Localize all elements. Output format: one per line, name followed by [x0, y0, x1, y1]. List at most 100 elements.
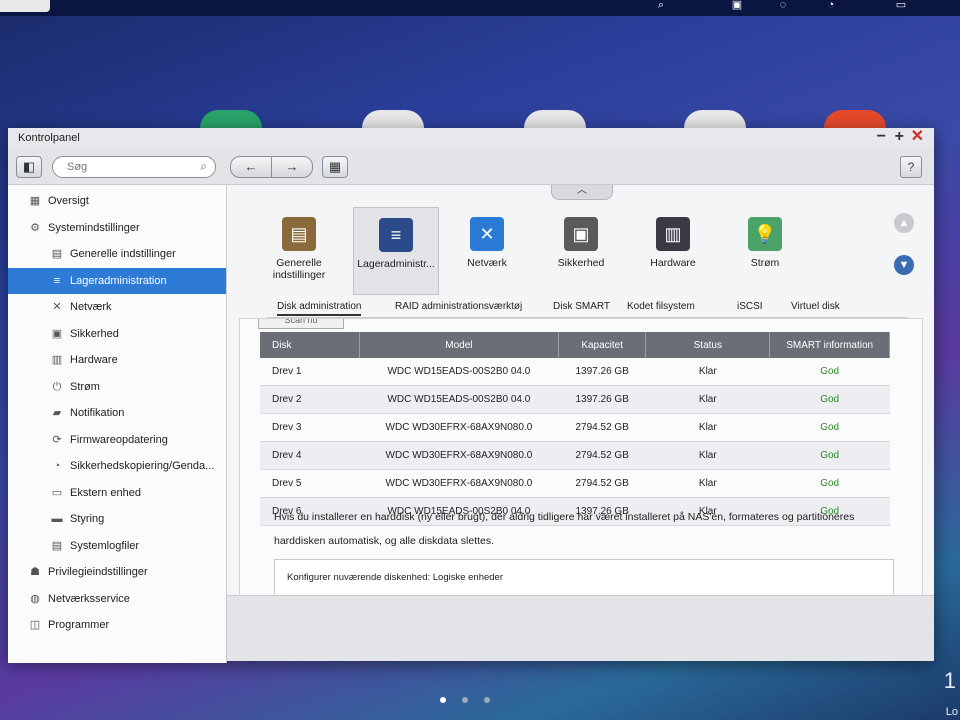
table-cell: WDC WD15EADS-00S2B0 04.0 [359, 385, 559, 414]
sidebar-item-label: Lageradministration [70, 274, 167, 287]
firmware-icon: ⟳ [52, 433, 62, 446]
tab-bar: Disk administration RAID administrationsv… [267, 297, 907, 318]
sidebar-item[interactable]: ▤ Systemlogfiler [8, 533, 226, 560]
search-box[interactable]: ⌕ [52, 156, 216, 178]
sidebar-item[interactable]: ≡ Lageradministration [8, 267, 226, 294]
scroll-down-button[interactable]: ▼ [894, 255, 914, 275]
search-icon[interactable]: ⌕ [652, 0, 670, 11]
sidebar-item[interactable]: ⏻ Strøm [8, 374, 226, 401]
sidebar-item[interactable]: ✕ Netværk [8, 294, 226, 321]
log-icon: ▤ [51, 539, 63, 552]
network-icon: ✕ [470, 217, 504, 251]
power-icon: ⏻ [52, 380, 62, 393]
table-cell: Drev 1 [260, 358, 360, 386]
table-cell: Klar [645, 358, 770, 386]
sidebar-item[interactable]: ▰ Notifikation [8, 400, 226, 427]
table-row[interactable]: Drev 5 WDC WD30EFRX-68AX9N080.0 2794.52 GB… [260, 469, 890, 498]
sidebar-item[interactable]: ▥ Hardware [8, 347, 226, 374]
table-cell: God [769, 358, 890, 386]
sidebar-item[interactable]: ▣ Sikkerhed [8, 321, 226, 348]
sidebar-item-label: Strøm [70, 380, 100, 393]
category-label: Netværk [467, 257, 507, 269]
search-icon[interactable]: ⌕ [200, 159, 207, 174]
table-row[interactable]: Drev 3 WDC WD30EFRX-68AX9N080.0 2794.52 GB… [260, 413, 890, 442]
table-cell: 1397.26 GB [558, 358, 646, 386]
sidebar-item-label: Notifikation [70, 407, 125, 420]
page-indicator[interactable] [440, 690, 510, 703]
table-header-row: Disk Model Kapacitet Status SMART informatio… [260, 332, 890, 358]
back-button[interactable]: ← [230, 156, 272, 178]
config-section-title: Konfigurer nuværende diskenhed: Logiske … [287, 572, 504, 583]
config-section[interactable]: Konfigurer nuværende diskenhed: Logiske … [274, 559, 894, 595]
desktop-topbar-pill[interactable] [0, 0, 50, 12]
column-header[interactable]: SMART information [769, 332, 890, 358]
tab[interactable]: Kodet filsystem [627, 301, 695, 312]
sidebar-item[interactable]: ▤ Generelle indstillinger [8, 241, 226, 268]
forward-button[interactable]: → [271, 156, 313, 178]
sidebar-item-label: Styring [70, 513, 105, 526]
titlebar: Kontrolpanel − + ✕ [8, 128, 934, 148]
database-icon: ≡ [379, 218, 413, 252]
page-dot[interactable] [440, 697, 446, 703]
category-item[interactable]: ▥ Hardware [631, 207, 715, 293]
table-cell: Drev 5 [260, 469, 360, 498]
category-item[interactable]: ✕ Netværk [445, 207, 529, 293]
category-item[interactable]: ≡ Lageradministr... [353, 207, 439, 295]
sidebar-item[interactable]: ◍ Netværksservice [8, 586, 226, 613]
tab[interactable]: iSCSI [737, 301, 763, 312]
column-header[interactable]: Kapacitet [558, 332, 647, 358]
sidebar-item[interactable]: ▬ Styring [8, 506, 226, 533]
table-cell: Klar [645, 385, 770, 414]
sidebar-item[interactable]: ◔ Sikkerhedskopiering/Genda... [8, 453, 226, 480]
sidebar-item[interactable]: ⚙ Systemindstillinger [8, 215, 226, 242]
sidebar-item-label: Sikkerhed [70, 327, 119, 340]
table-cell: WDC WD30EFRX-68AX9N080.0 [359, 469, 559, 498]
scan-button[interactable]: Scan nu [258, 319, 344, 329]
sidebar-item[interactable]: ☗ Privilegieindstillinger [8, 559, 226, 586]
apps-grid-button[interactable]: ▦ [322, 156, 348, 178]
table-cell: Drev 2 [260, 385, 360, 414]
table-body: Drev 1 WDC WD15EADS-00S2B0 04.0 1397.26 GB… [260, 358, 890, 526]
sidebar-item[interactable]: ◫ Programmer [8, 612, 226, 639]
apps-icon: ◫ [29, 619, 41, 632]
tab[interactable]: Disk SMART [553, 301, 610, 312]
table-row[interactable]: Drev 1 WDC WD15EADS-00S2B0 04.0 1397.26 GB… [260, 358, 890, 386]
table-cell: Drev 3 [260, 413, 360, 442]
toolbar: ◧ ⌕ ← → ▦ ? [8, 148, 934, 185]
column-header[interactable]: Status [645, 332, 771, 358]
sidebar-toggle-button[interactable]: ◧ [16, 156, 42, 178]
refresh-icon[interactable]: ◌ [774, 0, 792, 11]
category-item[interactable]: ▤ Generelle indstillinger [257, 207, 341, 293]
tab[interactable]: Disk administration [277, 301, 362, 316]
minimize-button[interactable]: − [877, 128, 886, 146]
sidebar-item[interactable]: ▭ Ekstern enhed [8, 480, 226, 507]
table-row[interactable]: Drev 2 WDC WD15EADS-00S2B0 04.0 1397.26 GB… [260, 385, 890, 414]
page-dot[interactable] [462, 697, 468, 703]
tab[interactable]: Virtuel disk [791, 301, 840, 312]
category-item[interactable]: ▣ Sikkerhed [539, 207, 623, 293]
collapse-toggle[interactable]: ︿ [551, 185, 613, 200]
sidebar-item-label: Generelle indstillinger [70, 248, 176, 261]
tab[interactable]: RAID administrationsværktøj [395, 301, 522, 312]
help-button[interactable]: ? [900, 156, 922, 178]
sidebar-icon: ◧ [22, 159, 36, 174]
table-cell: 2794.52 GB [558, 469, 646, 498]
search-input[interactable] [65, 160, 189, 174]
page-dot[interactable] [484, 697, 490, 703]
scroll-up-button[interactable]: ▲ [894, 213, 914, 233]
stack-icon[interactable]: ▣ [728, 0, 746, 11]
column-header[interactable]: Disk [260, 332, 360, 358]
table-cell: Klar [645, 413, 770, 442]
display-icon[interactable]: ▭ [892, 0, 910, 11]
table-cell: Drev 4 [260, 441, 360, 470]
close-button[interactable]: ✕ [911, 128, 924, 146]
maximize-button[interactable]: + [895, 128, 904, 146]
dashboard-icon[interactable]: ◔ [822, 0, 840, 11]
globe-icon: ◍ [30, 592, 40, 605]
table-row[interactable]: Drev 4 WDC WD30EFRX-68AX9N080.0 2794.52 GB… [260, 441, 890, 470]
category-item[interactable]: 💡 Strøm [723, 207, 807, 293]
sidebar-item[interactable]: ▦ Oversigt [8, 188, 226, 215]
column-header[interactable]: Model [359, 332, 560, 358]
sidebar-item[interactable]: ⟳ Firmwareopdatering [8, 427, 226, 454]
table-cell: God [769, 413, 890, 442]
